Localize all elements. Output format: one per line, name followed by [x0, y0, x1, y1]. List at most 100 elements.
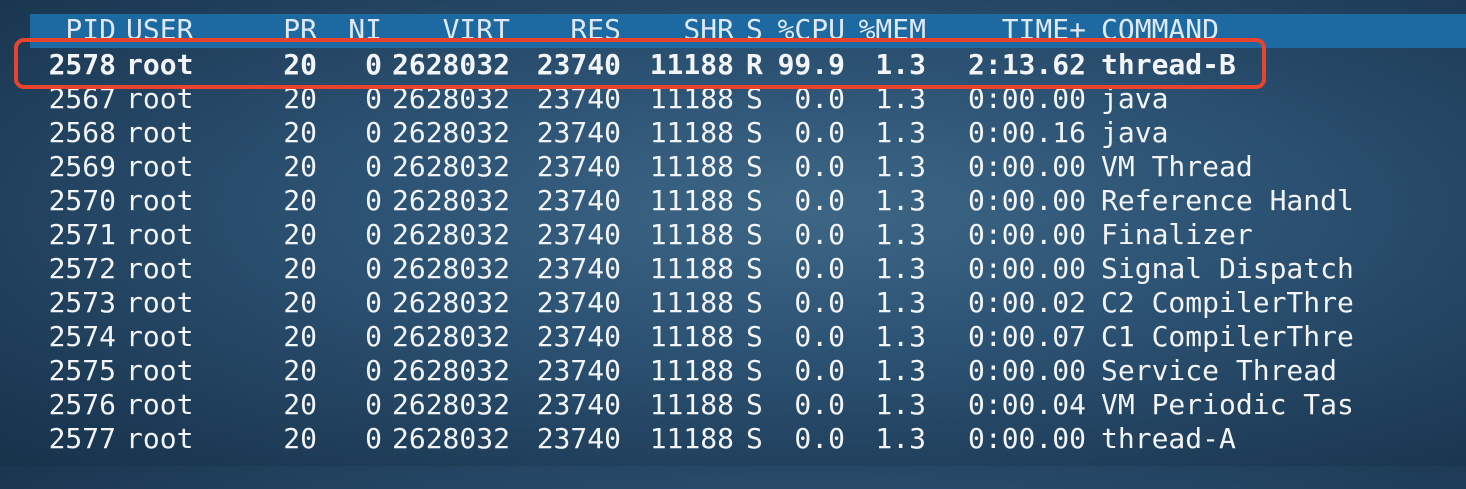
header-command[interactable]: COMMAND — [1101, 13, 1461, 47]
cell-state: S — [746, 82, 763, 115]
cell-time: 0:00.00 — [967, 82, 1086, 115]
table-row[interactable]: 2571 root 20 0 2628032 23740 11188 S 0.0 1.3 0:00.… — [0, 218, 1466, 252]
cell-res: 23740 — [536, 116, 621, 149]
cell-res: 23740 — [536, 354, 621, 387]
cell-shr: 11188 — [649, 286, 734, 319]
cell-ni: 0 — [365, 150, 382, 183]
table-row[interactable]: 2577 root 20 0 2628032 23740 11188 S 0.0 1.3 0:00.… — [0, 422, 1466, 456]
cell-pid: 2567 — [48, 82, 116, 115]
cell-shr: 11188 — [649, 422, 734, 455]
table-row[interactable]: 2570 root 20 0 2628032 23740 11188 S 0.0 1.3 0:00.… — [0, 184, 1466, 218]
cell-res: 23740 — [536, 286, 621, 319]
cell-virt: 2628032 — [391, 252, 510, 285]
cell-state: S — [746, 422, 763, 455]
table-row-selected[interactable]: 2578 root 20 0 2628032 23740 11188 R 99.9 1.3 2:13… — [0, 48, 1466, 82]
cell-cpu: 99.9 — [777, 48, 845, 81]
header-time[interactable]: TIME+ — [940, 13, 1086, 47]
table-row[interactable]: 2573 root 20 0 2628032 23740 11188 S 0.0 1.3 0:00.… — [0, 286, 1466, 320]
cell-pr: 20 — [283, 388, 317, 421]
cell-pr: 20 — [283, 184, 317, 217]
cell-time: 0:00.00 — [967, 252, 1086, 285]
cell-mem: 1.3 — [875, 422, 926, 455]
cell-cpu: 0.0 — [794, 286, 845, 319]
cell-command: java — [1101, 82, 1169, 115]
cell-cpu: 0.0 — [794, 218, 845, 251]
header-mem[interactable]: %MEM — [858, 13, 926, 47]
table-row[interactable]: 2575 root 20 0 2628032 23740 11188 S 0.0 1.3 0:00.… — [0, 354, 1466, 388]
cell-shr: 11188 — [649, 354, 734, 387]
cell-pid: 2573 — [48, 286, 116, 319]
cell-shr: 11188 — [649, 218, 734, 251]
cell-time: 0:00.04 — [967, 388, 1086, 421]
cell-shr: 11188 — [649, 320, 734, 353]
cell-user: root — [126, 388, 194, 421]
header-virt[interactable]: VIRT — [390, 13, 510, 47]
cell-shr: 11188 — [649, 150, 734, 183]
cell-state: S — [746, 116, 763, 149]
cell-pr: 20 — [283, 286, 317, 319]
table-row[interactable]: 2574 root 20 0 2628032 23740 11188 S 0.0 1.3 0:00.… — [0, 320, 1466, 354]
cell-pr: 20 — [283, 150, 317, 183]
header-pid[interactable]: PID — [30, 13, 116, 47]
header-cpu[interactable]: %CPU — [775, 13, 845, 47]
cell-virt: 2628032 — [391, 48, 510, 81]
cell-pr: 20 — [283, 320, 317, 353]
cell-state: S — [746, 354, 763, 387]
cell-user: root — [126, 82, 194, 115]
cell-state: S — [746, 388, 763, 421]
cell-mem: 1.3 — [875, 218, 926, 251]
cell-res: 23740 — [536, 184, 621, 217]
cell-res: 23740 — [536, 422, 621, 455]
cell-virt: 2628032 — [391, 218, 510, 251]
cell-time: 0:00.00 — [967, 354, 1086, 387]
cell-ni: 0 — [365, 48, 382, 81]
cell-pr: 20 — [283, 218, 317, 251]
table-row[interactable]: 2569 root 20 0 2628032 23740 11188 S 0.0 1.3 0:00.… — [0, 150, 1466, 184]
header-pr[interactable]: PR — [260, 13, 317, 47]
cell-user: root — [126, 320, 194, 353]
cell-pr: 20 — [283, 252, 317, 285]
table-row[interactable]: 2572 root 20 0 2628032 23740 11188 S 0.0 1.3 0:00.… — [0, 252, 1466, 286]
cell-virt: 2628032 — [391, 354, 510, 387]
cell-command: C2 CompilerThre — [1101, 286, 1354, 319]
cell-ni: 0 — [365, 286, 382, 319]
cell-res: 23740 — [536, 320, 621, 353]
cell-command: Signal Dispatch — [1101, 252, 1354, 285]
cell-shr: 11188 — [649, 48, 734, 81]
cell-shr: 11188 — [649, 252, 734, 285]
cell-command: C1 CompilerThre — [1101, 320, 1354, 353]
cell-ni: 0 — [365, 252, 382, 285]
header-user[interactable]: USER — [126, 13, 266, 47]
cell-cpu: 0.0 — [794, 150, 845, 183]
cell-user: root — [126, 48, 194, 81]
table-row[interactable]: 2568 root 20 0 2628032 23740 11188 S 0.0 1.3 0:00.… — [0, 116, 1466, 150]
cell-mem: 1.3 — [875, 82, 926, 115]
cell-command: java — [1101, 116, 1169, 149]
cell-user: root — [126, 218, 194, 251]
cell-command: Service Thread — [1101, 354, 1338, 387]
cell-ni: 0 — [365, 82, 382, 115]
header-state[interactable]: S — [746, 13, 768, 47]
cell-pr: 20 — [283, 48, 317, 81]
cell-mem: 1.3 — [875, 252, 926, 285]
table-row[interactable]: 2576 root 20 0 2628032 23740 11188 S 0.0 1.3 0:00.… — [0, 388, 1466, 422]
header-ni[interactable]: NI — [330, 13, 382, 47]
cell-ni: 0 — [365, 422, 382, 455]
cell-pid: 2568 — [48, 116, 116, 149]
cell-pid: 2577 — [48, 422, 116, 455]
cell-mem: 1.3 — [875, 116, 926, 149]
cell-ni: 0 — [365, 116, 382, 149]
cell-pr: 20 — [283, 354, 317, 387]
header-res[interactable]: RES — [520, 13, 621, 47]
cell-user: root — [126, 286, 194, 319]
cell-user: root — [126, 252, 194, 285]
cell-pr: 20 — [283, 82, 317, 115]
cell-command: VM Thread — [1101, 150, 1253, 183]
cell-time: 0:00.00 — [967, 218, 1086, 251]
cell-virt: 2628032 — [391, 320, 510, 353]
cell-ni: 0 — [365, 320, 382, 353]
table-row[interactable]: 2567 root 20 0 2628032 23740 11188 S 0.0 1.3 0:00.… — [0, 82, 1466, 116]
cell-cpu: 0.0 — [794, 320, 845, 353]
header-shr[interactable]: SHR — [630, 13, 734, 47]
cell-res: 23740 — [536, 48, 621, 81]
